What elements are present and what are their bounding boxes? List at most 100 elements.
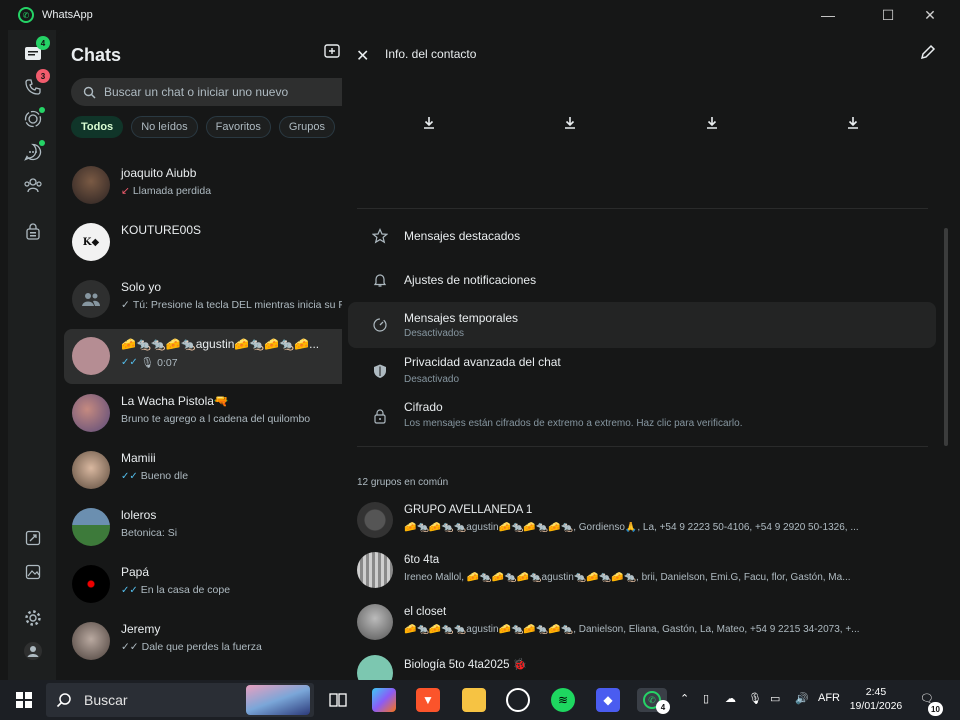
download-icon[interactable] xyxy=(421,115,439,133)
copilot-icon[interactable] xyxy=(372,688,396,712)
chat-row[interactable]: Papá ✓✓ En la casa de cope xyxy=(64,557,342,612)
new-chat-icon[interactable] xyxy=(324,44,342,62)
chat-preview: Bueno dle xyxy=(140,470,189,482)
group-row[interactable]: el closet 🧀🐀🧀🐀🐀agustin🧀🐀🧀🐀🧀🐀, Danielson,… xyxy=(342,604,942,654)
filter-grupos[interactable]: Grupos xyxy=(278,116,335,138)
check-icon: ✓ xyxy=(121,299,130,311)
nav-rail: 4 3 xyxy=(8,30,56,680)
double-check-icon: ✓✓ xyxy=(121,470,138,482)
brave-browser-icon[interactable]: ▼ xyxy=(416,688,440,712)
edit-pencil-icon[interactable] xyxy=(920,44,938,62)
avatar xyxy=(72,622,110,660)
panel-title: Info. del contacto xyxy=(385,47,477,61)
chat-row[interactable]: Solo yo ✓ Tú: Presione la tecla DEL mient… xyxy=(64,272,342,327)
device-icon[interactable]: ▯ xyxy=(703,692,709,705)
chat-row[interactable]: joaquito Aiubb ↙ Llamada perdida xyxy=(64,158,342,213)
avatar xyxy=(72,337,110,375)
filter-favoritos[interactable]: Favoritos xyxy=(205,116,271,138)
advanced-privacy-option[interactable]: Privacidad avanzada del chat Desactivado xyxy=(348,348,936,394)
chat-preview: En la casa de cope xyxy=(140,584,231,596)
shield-icon xyxy=(372,363,388,379)
language-indicator[interactable]: AFR xyxy=(818,692,840,704)
settings-gear-icon[interactable] xyxy=(22,607,44,629)
group-placeholder-icon xyxy=(82,293,100,306)
double-check-icon: ✓✓ xyxy=(121,357,138,368)
group-name: GRUPO AVELLANEDA 1 xyxy=(404,504,533,516)
media-nav-icon[interactable] xyxy=(22,561,44,583)
chat-row-selected[interactable]: 🧀🐀🐀🧀🐀agustin🧀🐀🧀🐀🧀... ✓✓ 🎙 0:07 xyxy=(64,329,342,384)
close-panel-icon[interactable]: ✕ xyxy=(356,46,369,66)
chevron-up-icon[interactable]: ⌃ xyxy=(680,692,689,705)
double-check-icon: ✓✓ xyxy=(121,641,139,653)
chat-row[interactable]: loleros Betonica: Si xyxy=(64,500,342,555)
chat-row[interactable]: Jeremy ✓✓ Dale que perdes la fuerza xyxy=(64,614,342,669)
clock-time: 2:45 xyxy=(865,686,887,698)
file-explorer-icon[interactable] xyxy=(462,688,486,712)
notification-count-badge: 10 xyxy=(928,702,943,716)
group-name: 6to 4ta xyxy=(404,554,440,566)
download-icon[interactable] xyxy=(845,115,863,133)
taskbar-search-placeholder: Buscar xyxy=(84,692,128,708)
download-icon[interactable] xyxy=(562,115,580,133)
volume-icon[interactable]: 🔊 xyxy=(795,692,809,705)
obs-studio-icon[interactable] xyxy=(506,688,530,712)
search-icon xyxy=(56,693,71,708)
chat-row[interactable]: K◆ KOUTURE00S xyxy=(64,215,342,270)
microphone-icon[interactable]: 🎙 xyxy=(748,692,762,705)
lock-icon xyxy=(372,408,388,424)
title-bar: ✆ WhatsApp — ☐ ✕ xyxy=(0,0,960,30)
option-sublabel: Desactivados xyxy=(404,328,465,339)
windows-start-icon[interactable] xyxy=(12,688,36,712)
cloud-icon[interactable]: ☁ xyxy=(725,692,736,705)
divider xyxy=(357,446,928,447)
chats-badge: 4 xyxy=(36,36,50,50)
group-name: Biología 5to 4ta2025 🐞 xyxy=(404,659,528,671)
scrollbar-thumb[interactable] xyxy=(944,228,948,446)
starred-messages-option[interactable]: Mensajes destacados xyxy=(348,216,936,256)
avatar xyxy=(72,394,110,432)
panel-header: ✕ Info. del contacto xyxy=(342,30,952,80)
common-groups-header: 12 grupos en común xyxy=(357,477,449,488)
clock-date: 19/01/2026 xyxy=(849,700,903,712)
star-icon xyxy=(371,228,389,244)
task-view-icon[interactable] xyxy=(326,688,350,712)
chat-row[interactable]: Mamiii ✓✓ Bueno dle xyxy=(64,443,342,498)
search-icon xyxy=(83,86,96,99)
taskbar-search-input[interactable]: Buscar xyxy=(46,683,314,717)
notification-settings-option[interactable]: Ajustes de notificaciones xyxy=(348,260,936,300)
chat-preview: Tú: Presione la tecla DEL mientras inici… xyxy=(132,299,342,311)
disappearing-messages-option[interactable]: Mensajes temporales Desactivados xyxy=(348,302,936,348)
avatar xyxy=(357,552,393,588)
chat-name: Mamiii xyxy=(121,451,156,465)
clock[interactable]: 2:45 19/01/2026 xyxy=(846,685,906,713)
group-name: el closet xyxy=(404,606,447,618)
chat-name: 🧀🐀🐀🧀🐀agustin🧀🐀🧀🐀🧀... xyxy=(121,337,320,351)
contact-info-panel: ✕ Info. del contacto Mensajes destacados… xyxy=(342,30,952,691)
filter-todos[interactable]: Todos xyxy=(71,116,124,138)
minimize-button[interactable]: — xyxy=(806,0,850,30)
option-label: Ajustes de notificaciones xyxy=(404,273,537,287)
roblox-icon[interactable]: ◆ xyxy=(596,688,620,712)
maximize-button[interactable]: ☐ xyxy=(866,0,910,30)
chat-preview: Bruno te agrego a l cadena del quilombo xyxy=(121,413,311,425)
close-button[interactable]: ✕ xyxy=(908,0,952,30)
chat-name: loleros xyxy=(121,508,157,522)
chat-name: Papá xyxy=(121,565,150,579)
chat-name: Jeremy xyxy=(121,622,161,636)
network-icon[interactable]: ▭ xyxy=(770,692,780,705)
timer-icon xyxy=(372,317,388,333)
meta-ai-nav-icon[interactable] xyxy=(22,221,44,243)
communities-nav-icon[interactable] xyxy=(22,174,44,196)
group-row[interactable]: 6to 4ta Ireneo Mallol, 🧀🐀🧀🐀🧀🐀agustin🐀🧀🐀🧀… xyxy=(342,552,942,602)
starred-nav-icon[interactable] xyxy=(22,527,44,549)
search-input[interactable]: Buscar un chat o iniciar uno nuevo xyxy=(71,78,342,106)
spotify-icon[interactable]: ≋ xyxy=(551,688,575,712)
download-icon[interactable] xyxy=(704,115,722,133)
profile-avatar-icon[interactable] xyxy=(22,640,44,662)
filter-no-leidos[interactable]: No leídos xyxy=(131,116,198,138)
chat-row[interactable]: La Wacha Pistola🔫 Bruno te agrego a l ca… xyxy=(64,386,342,441)
option-sublabel: Los mensajes están cifrados de extremo a… xyxy=(404,418,743,429)
encryption-option[interactable]: Cifrado Los mensajes están cifrados de e… xyxy=(348,393,936,439)
group-row[interactable]: GRUPO AVELLANEDA 1 🧀🐀🧀🐀🐀agustin🧀🐀🧀🐀🧀🐀, G… xyxy=(342,502,942,552)
windows-taskbar: Buscar ▼ ≋ ◆ ✆ 4 ⌃ ▯ ☁ 🎙 ▭ 🔊 AFR 2:45 19… xyxy=(0,680,960,720)
